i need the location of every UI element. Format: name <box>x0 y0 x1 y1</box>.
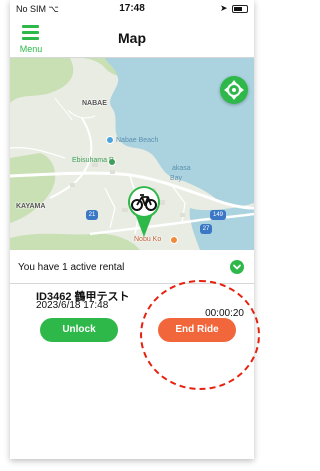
unlock-button[interactable]: Unlock <box>40 318 118 342</box>
bike-marker[interactable] <box>124 182 164 238</box>
map-label-nabae-beach: Nabae Beach <box>116 137 159 144</box>
status-time: 17:48 <box>119 3 145 14</box>
route-shield-21: 21 <box>86 210 98 220</box>
restaurant-poi-icon <box>170 236 178 244</box>
end-ride-button[interactable]: End Ride <box>158 318 236 342</box>
crosshair-icon <box>224 80 244 100</box>
map-label-bay-1: akasa <box>172 165 191 172</box>
route-shield-149: 149 <box>210 210 226 220</box>
map-label-ebisuhama: Ebisuhama P <box>72 157 114 164</box>
battery-icon <box>232 4 248 13</box>
chevron-down-icon[interactable] <box>230 260 244 274</box>
navigation-bar: Menu Map <box>10 18 254 58</box>
beach-poi-icon <box>106 136 114 144</box>
map-label-nabae: NABAE <box>82 100 107 107</box>
ride-start-datetime: 2023/6/18 17:48 <box>36 300 109 311</box>
active-rental-message: You have 1 active rental <box>18 262 125 273</box>
map-label-bay-2: Bay <box>170 175 183 182</box>
active-ride-panel: ID3462 鶴甲テスト 2023/6/18 17:48 00:00:20 Un… <box>10 284 254 344</box>
status-bar: No SIM ⌥ 17:48 ➤ <box>10 0 254 18</box>
bicycle-pin-icon <box>128 186 160 237</box>
status-icons: ➤ <box>220 3 248 14</box>
bottom-safe-area <box>10 344 254 459</box>
location-arrow-icon: ➤ <box>219 3 228 13</box>
recenter-button[interactable] <box>220 76 248 104</box>
route-shield-27: 27 <box>200 224 212 234</box>
map-label-kayama: KAYAMA <box>16 203 46 210</box>
active-rental-banner[interactable]: You have 1 active rental <box>10 252 254 284</box>
phone-screen: No SIM ⌥ 17:48 ➤ Menu Map NABAE Nabae Be… <box>10 0 254 459</box>
page-title: Map <box>118 30 146 46</box>
